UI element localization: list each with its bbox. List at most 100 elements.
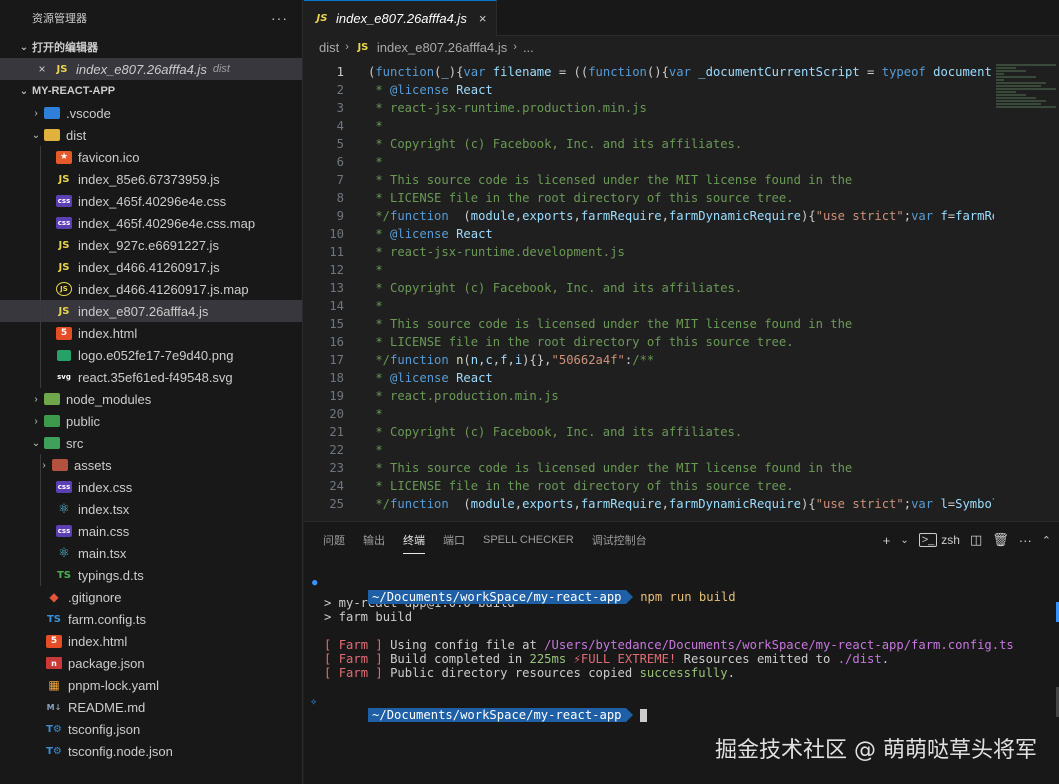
tree-label: index_927c.e6691227.js	[78, 237, 219, 253]
new-terminal-icon[interactable]: +	[883, 533, 891, 548]
js-file-icon: JS	[58, 239, 70, 251]
terminal-output[interactable]: ● ~/Documents/workSpace/my-react-app npm…	[304, 562, 1039, 722]
close-icon[interactable]: ×	[34, 62, 50, 76]
chevron-down-icon: ⌄	[31, 437, 41, 449]
tree-file[interactable]: ⚛ main.tsx	[0, 542, 302, 564]
tree-file[interactable]: 5 index.html	[0, 322, 302, 344]
chevron-down-icon[interactable]: ⌄	[900, 535, 908, 546]
react-file-icon: ⚛	[58, 545, 70, 561]
tree-file[interactable]: JS index_85e6.67373959.js	[0, 168, 302, 190]
chevron-right-icon: ›	[34, 107, 38, 119]
tab-terminal[interactable]: 终端	[403, 522, 425, 558]
tree-file[interactable]: css index.css	[0, 476, 302, 498]
tree-file[interactable]: logo.e052fe17-7e9d40.png	[0, 344, 302, 366]
panel-actions: + ⌄ >_ zsh ◫ 🗑 ··· ⌃	[883, 522, 1051, 558]
terminal-text: Resources emitted to	[676, 652, 838, 666]
tab-ports[interactable]: 端口	[443, 522, 465, 558]
code-line: * This source code is licensed under the…	[368, 461, 853, 475]
tree-file[interactable]: JS index_d466.41260917.js.map	[0, 278, 302, 300]
html-file-icon: 5	[46, 634, 62, 648]
project-section[interactable]: ⌄ MY-REACT-APP	[0, 80, 302, 102]
tree-file[interactable]: ★ favicon.ico	[0, 146, 302, 168]
tree-file[interactable]: ▦ pnpm-lock.yaml	[0, 674, 302, 696]
tree-file[interactable]: TS farm.config.ts	[0, 608, 302, 630]
shell-name[interactable]: zsh	[941, 533, 960, 547]
code-line: *	[368, 443, 383, 457]
more-actions-icon[interactable]: ···	[1019, 533, 1032, 548]
tree-file[interactable]: ⚛ index.tsx	[0, 498, 302, 520]
line-number: 24	[329, 479, 344, 493]
tree-label: farm.config.ts	[68, 611, 147, 627]
tree-file[interactable]: TS typings.d.ts	[0, 564, 302, 586]
tree-folder-vscode[interactable]: › .vscode	[0, 102, 302, 124]
line-number: 3	[336, 101, 344, 115]
open-editor-item[interactable]: × JS index_e807.26afffa4.js dist	[0, 58, 302, 80]
tree-file[interactable]: css index_465f.40296e4e.css	[0, 190, 302, 212]
watermark: 掘金技术社区 @ 萌萌哒草头将军	[715, 738, 1037, 763]
chevron-right-icon: ›	[34, 415, 38, 427]
tab-spell-checker[interactable]: SPELL CHECKER	[483, 522, 574, 558]
ts-file-icon: TS	[46, 613, 62, 625]
breadcrumb-more[interactable]: ...	[523, 40, 534, 55]
split-terminal-icon[interactable]: ◫	[970, 532, 982, 548]
code-line: *	[368, 263, 383, 277]
tree-folder-assets[interactable]: › assets	[0, 454, 302, 476]
status-dot-icon: ●	[312, 578, 318, 588]
tree-folder-src[interactable]: ⌄ src	[0, 432, 302, 454]
project-label: MY-REACT-APP	[32, 85, 116, 97]
tree-file[interactable]: M↓ README.md	[0, 696, 302, 718]
tree-folder-dist[interactable]: ⌄ dist	[0, 124, 302, 146]
tree-label: tsconfig.node.json	[68, 743, 173, 759]
line-number: 5	[336, 137, 344, 151]
tree-file[interactable]: css index_465f.40296e4e.css.map	[0, 212, 302, 234]
tree-folder-public[interactable]: › public	[0, 410, 302, 432]
tree-label: dist	[66, 127, 87, 143]
tree-file[interactable]: ◆ .gitignore	[0, 586, 302, 608]
code-line: * react-jsx-runtime.development.js	[368, 245, 625, 259]
terminal-text: Build completed in	[390, 652, 530, 666]
minimap[interactable]	[996, 63, 1059, 143]
tree-file[interactable]: n package.json	[0, 652, 302, 674]
css-file-icon: css	[56, 525, 72, 537]
tree-file[interactable]: T⚙ tsconfig.json	[0, 718, 302, 740]
git-file-icon: ◆	[49, 590, 59, 604]
tree-file[interactable]: T⚙ tsconfig.node.json	[0, 740, 302, 762]
terminal-path: ./dist	[837, 652, 882, 666]
tree-file[interactable]: css main.css	[0, 520, 302, 542]
editor-tab-active[interactable]: JS index_e807.26afffa4.js ×	[304, 0, 498, 36]
tab-output[interactable]: 输出	[363, 522, 385, 558]
chevron-up-icon[interactable]: ⌃	[1042, 534, 1051, 547]
open-editors-section[interactable]: ⌄ 打开的编辑器	[0, 36, 302, 58]
more-actions-icon[interactable]: ···	[271, 10, 288, 26]
tree-file[interactable]: JS index_d466.41260917.js	[0, 256, 302, 278]
tab-debug-console[interactable]: 调试控制台	[592, 522, 647, 558]
image-file-icon	[56, 347, 72, 363]
breadcrumb-dir[interactable]: dist	[319, 40, 339, 55]
html-file-icon: 5	[56, 326, 72, 340]
code-line: *	[368, 407, 383, 421]
chevron-down-icon: ⌄	[31, 129, 41, 141]
code-line: *	[368, 299, 383, 313]
tree-file[interactable]: JS index_927c.e6691227.js	[0, 234, 302, 256]
tree-file[interactable]: 5 index.html	[0, 630, 302, 652]
terminal-shell-icon[interactable]: >_	[918, 533, 938, 547]
code-line: */function (module,exports,farmRequire,f…	[368, 209, 994, 223]
code-view[interactable]: 1 (function(_){var filename = ((function(…	[304, 63, 994, 520]
tab-problems[interactable]: 问题	[323, 522, 345, 558]
terminal-path: /Users/bytedance/Documents/workSpace/my-…	[544, 638, 1014, 652]
close-icon[interactable]: ×	[479, 11, 487, 26]
chevron-right-icon: ›	[34, 393, 38, 405]
tree-file[interactable]: svg react.35ef61ed-f49548.svg	[0, 366, 302, 388]
line-number: 6	[336, 155, 344, 169]
folder-node-icon	[44, 391, 60, 407]
line-number: 10	[329, 227, 344, 241]
tree-label: main.tsx	[78, 545, 127, 561]
css-file-icon: css	[56, 481, 72, 493]
code-line: * react-jsx-runtime.production.min.js	[368, 101, 647, 115]
tree-folder-node-modules[interactable]: › node_modules	[0, 388, 302, 410]
tree-file-selected[interactable]: JS index_e807.26afffa4.js	[0, 300, 302, 322]
farm-tag: Farm	[338, 666, 369, 680]
trash-icon[interactable]: 🗑	[992, 532, 1009, 548]
sourcemap-file-icon: JS	[56, 282, 72, 296]
breadcrumb-file[interactable]: index_e807.26afffa4.js	[377, 40, 507, 55]
